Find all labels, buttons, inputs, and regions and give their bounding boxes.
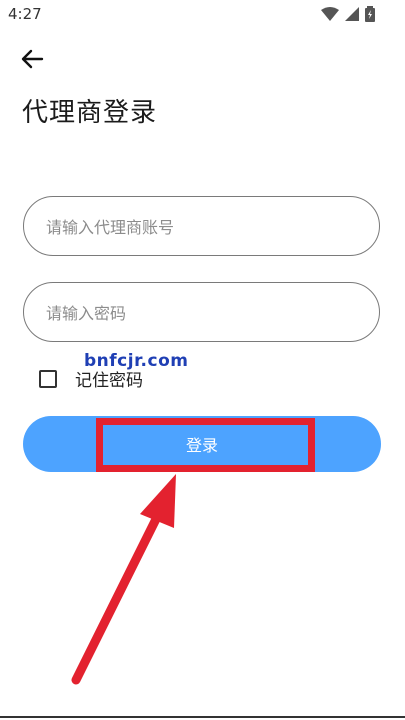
wifi-icon [321, 7, 339, 21]
back-button[interactable] [18, 47, 46, 71]
back-arrow-icon [21, 49, 44, 69]
watermark: bnfcjr.com [84, 351, 189, 371]
account-input[interactable]: 请输入代理商账号 [23, 196, 380, 256]
status-icons [321, 6, 375, 22]
password-input[interactable]: 请输入密码 [23, 282, 380, 342]
status-time: 4:27 [8, 5, 42, 23]
annotation-highlight-box [96, 418, 315, 472]
status-bar: 4:27 [0, 0, 405, 28]
battery-icon [365, 6, 375, 22]
remember-checkbox[interactable] [39, 369, 57, 388]
bottom-divider [0, 716, 405, 718]
account-placeholder: 请输入代理商账号 [46, 218, 175, 237]
signal-icon [345, 7, 359, 21]
password-placeholder: 请输入密码 [46, 304, 127, 323]
page-title: 代理商登录 [22, 98, 158, 128]
